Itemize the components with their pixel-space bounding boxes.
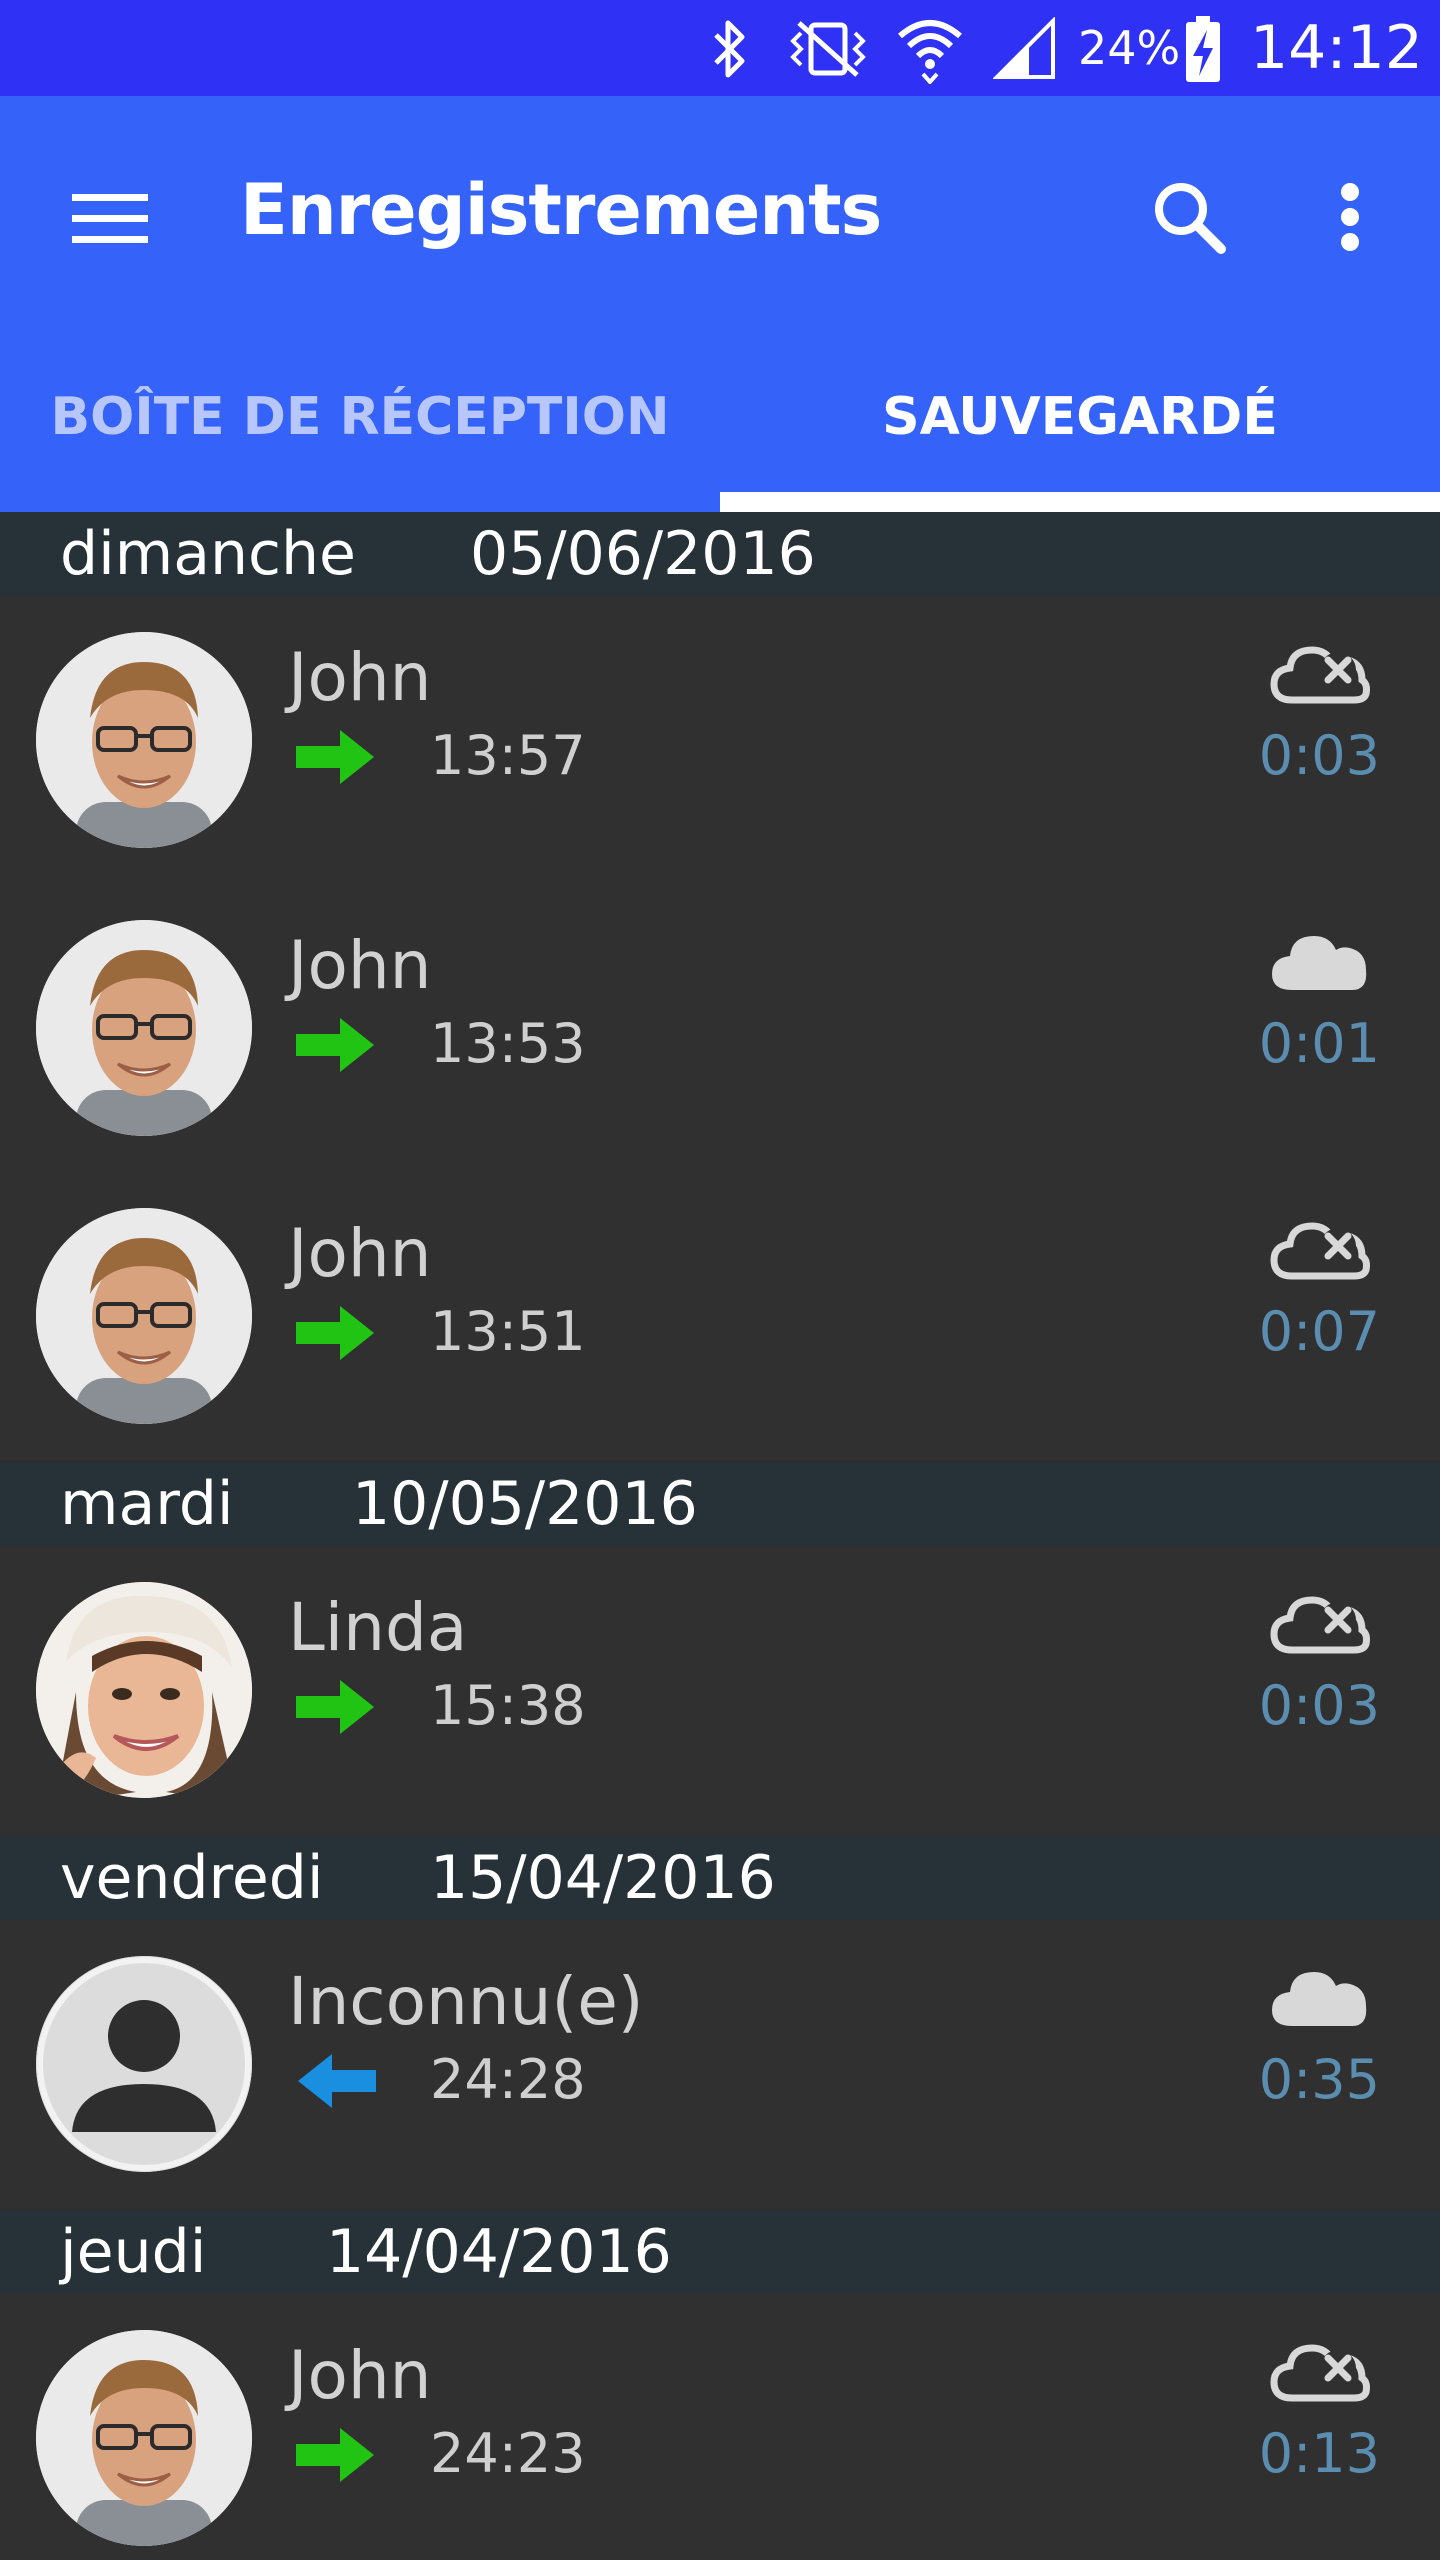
avatar [36,920,252,1136]
outgoing-arrow-icon [294,726,378,788]
call-duration: 0:07 [1258,1300,1380,1363]
contact-name: John [288,1215,432,1292]
signal-icon [990,14,1060,84]
tab-saved[interactable]: SAUVEGARDÉ [720,352,1440,482]
call-duration: 0:03 [1258,724,1380,787]
search-button[interactable] [1134,162,1244,272]
call-duration: 0:03 [1258,1674,1380,1737]
cloud-off-icon[interactable] [1268,2336,1372,2416]
recording-row[interactable]: John 13:51 0:07 [0,1172,1440,1460]
recording-row[interactable]: John 13:57 0:03 [0,596,1440,884]
avatar [36,2330,252,2546]
contact-name: John [288,639,432,716]
call-time: 15:38 [430,1674,586,1737]
cloud-off-icon[interactable] [1268,1214,1372,1294]
call-time: 24:23 [430,2422,586,2485]
menu-button[interactable] [60,168,160,268]
search-icon [1155,183,1226,254]
call-time: 13:51 [430,1300,586,1363]
battery-charging-icon [1180,14,1226,84]
avatar [36,1208,252,1424]
contact-name: Inconnu(e) [288,1963,644,2040]
cloud-icon[interactable] [1268,926,1372,1006]
day-label: mardi [60,1469,234,1539]
day-label: dimanche [60,519,356,589]
bluetooth-icon [704,14,756,84]
cloud-icon[interactable] [1268,1962,1372,2042]
clock: 14:12 [1250,13,1423,83]
outgoing-arrow-icon [294,1302,378,1364]
date-label: 14/04/2016 [326,2217,672,2287]
tab-inbox[interactable]: BOÎTE DE RÉCEPTION [0,352,720,482]
recording-row[interactable]: John 13:53 0:01 [0,884,1440,1172]
active-tab-indicator [720,492,1440,512]
call-time: 13:53 [430,1012,586,1075]
menu-icon [72,194,148,243]
recording-row[interactable]: John 24:23 0:13 [0,2294,1440,2560]
page-title: Enregistrements [240,169,882,251]
outgoing-arrow-icon [294,2424,378,2486]
avatar [36,632,252,848]
day-label: vendredi [60,1843,324,1913]
battery-percent: 24% [1078,21,1181,75]
vibrate-icon [780,14,876,84]
date-header: jeudi 14/04/2016 [0,2210,1440,2294]
recording-row[interactable]: Inconnu(e) 24:28 0:35 [0,1920,1440,2208]
outgoing-arrow-icon [294,1676,378,1738]
call-time: 13:57 [430,724,586,787]
cloud-off-icon[interactable] [1268,638,1372,718]
app-bar: Enregistrements BOÎTE DE RÉCEPTION SAUVE… [0,96,1440,512]
avatar [36,1582,252,1798]
contact-name: Linda [288,1589,468,1666]
avatar [36,1956,252,2172]
date-label: 15/04/2016 [430,1843,776,1913]
call-duration: 0:35 [1258,2048,1380,2111]
date-label: 05/06/2016 [470,519,816,589]
date-header: dimanche 05/06/2016 [0,512,1440,596]
outgoing-arrow-icon [294,1014,378,1076]
call-time: 24:28 [430,2048,586,2111]
contact-name: John [288,927,432,1004]
recording-row[interactable]: Linda 15:38 0:03 [0,1546,1440,1834]
cloud-off-icon[interactable] [1268,1588,1372,1668]
call-duration: 0:13 [1258,2422,1380,2485]
call-duration: 0:01 [1258,1012,1380,1075]
wifi-icon [890,14,970,84]
date-header: mardi 10/05/2016 [0,1462,1440,1546]
status-bar: 24% 14:12 [0,0,1440,96]
contact-name: John [288,2337,432,2414]
more-options-button[interactable] [1300,162,1400,272]
more-vert-icon [1341,183,1359,251]
incoming-arrow-icon [294,2050,378,2112]
date-header: vendredi 15/04/2016 [0,1836,1440,1920]
day-label: jeudi [60,2217,207,2287]
date-label: 10/05/2016 [352,1469,698,1539]
